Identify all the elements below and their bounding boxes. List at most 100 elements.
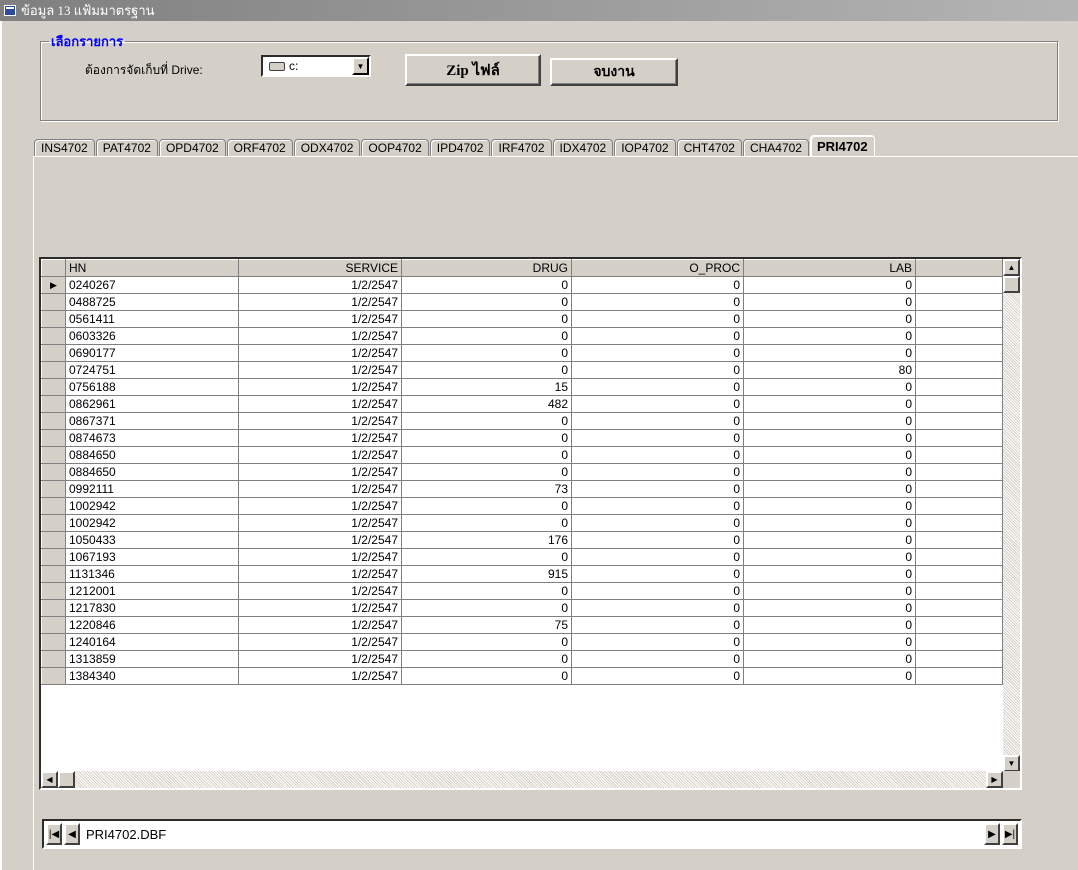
cell-service[interactable]: 1/2/2547: [238, 412, 402, 430]
cell-lab[interactable]: 0: [743, 582, 916, 600]
cell-o_proc[interactable]: 0: [571, 514, 744, 532]
cell-drug[interactable]: 0: [401, 361, 572, 379]
exit-button[interactable]: จบงาน: [550, 58, 678, 86]
row-selector[interactable]: [41, 480, 66, 498]
cell-hn[interactable]: 0874673: [65, 429, 239, 447]
row-selector[interactable]: [41, 412, 66, 430]
row-selector[interactable]: [41, 582, 66, 600]
cell-service[interactable]: 1/2/2547: [238, 565, 402, 583]
row-selector[interactable]: [41, 310, 66, 328]
cell-drug[interactable]: 176: [401, 531, 572, 549]
cell-lab[interactable]: 0: [743, 327, 916, 345]
cell-service[interactable]: 1/2/2547: [238, 293, 402, 311]
scroll-down-icon[interactable]: ▼: [1003, 755, 1020, 772]
row-selector[interactable]: [41, 667, 66, 685]
scroll-thumb[interactable]: [1003, 276, 1020, 293]
column-header-o_proc[interactable]: O_PROC: [571, 259, 744, 277]
cell-drug[interactable]: 482: [401, 395, 572, 413]
data-grid[interactable]: HN SERVICE DRUG O_PROC LAB ▶ 0240267 1/2/2547 0…: [39, 257, 1022, 790]
hscroll-thumb[interactable]: [58, 771, 75, 788]
scroll-right-icon[interactable]: ▶: [986, 771, 1003, 788]
cell-drug[interactable]: 0: [401, 412, 572, 430]
cell-drug[interactable]: 0: [401, 667, 572, 685]
cell-o_proc[interactable]: 0: [571, 378, 744, 396]
cell-o_proc[interactable]: 0: [571, 616, 744, 634]
cell-lab[interactable]: 0: [743, 412, 916, 430]
cell-o_proc[interactable]: 0: [571, 565, 744, 583]
row-selector[interactable]: [41, 446, 66, 464]
cell-drug[interactable]: 0: [401, 446, 572, 464]
drive-select[interactable]: c: ▼: [261, 55, 371, 77]
cell-hn[interactable]: 0690177: [65, 344, 239, 362]
cell-service[interactable]: 1/2/2547: [238, 633, 402, 651]
row-selector[interactable]: [41, 633, 66, 651]
column-header-hn[interactable]: HN: [65, 259, 239, 277]
cell-drug[interactable]: 73: [401, 480, 572, 498]
row-selector[interactable]: [41, 327, 66, 345]
cell-o_proc[interactable]: 0: [571, 293, 744, 311]
cell-hn[interactable]: 0488725: [65, 293, 239, 311]
cell-drug[interactable]: 15: [401, 378, 572, 396]
cell-o_proc[interactable]: 0: [571, 395, 744, 413]
current-row-pointer-icon[interactable]: ▶: [41, 276, 66, 294]
vertical-scrollbar[interactable]: ▲ ▼: [1003, 259, 1020, 772]
cell-hn[interactable]: 0867371: [65, 412, 239, 430]
horizontal-scrollbar[interactable]: ◀ ▶: [41, 771, 1003, 788]
table-row[interactable]: 0884650 1/2/2547 0 0 0: [41, 446, 1003, 464]
cell-o_proc[interactable]: 0: [571, 480, 744, 498]
tab-pri4702[interactable]: PRI4702: [809, 135, 875, 156]
tab-irf4702[interactable]: IRF4702: [491, 139, 552, 156]
last-record-icon[interactable]: ▶|: [1002, 823, 1018, 845]
table-row[interactable]: 0724751 1/2/2547 0 0 80: [41, 361, 1003, 379]
cell-drug[interactable]: 0: [401, 633, 572, 651]
cell-lab[interactable]: 0: [743, 293, 916, 311]
cell-service[interactable]: 1/2/2547: [238, 276, 402, 294]
cell-o_proc[interactable]: 0: [571, 276, 744, 294]
row-selector[interactable]: [41, 514, 66, 532]
cell-lab[interactable]: 0: [743, 429, 916, 447]
row-selector[interactable]: [41, 463, 66, 481]
scroll-left-icon[interactable]: ◀: [41, 771, 58, 788]
cell-o_proc[interactable]: 0: [571, 582, 744, 600]
cell-service[interactable]: 1/2/2547: [238, 497, 402, 515]
cell-o_proc[interactable]: 0: [571, 327, 744, 345]
cell-drug[interactable]: 0: [401, 463, 572, 481]
tab-cht4702[interactable]: CHT4702: [676, 139, 742, 156]
cell-drug[interactable]: 915: [401, 565, 572, 583]
row-selector[interactable]: [41, 616, 66, 634]
cell-o_proc[interactable]: 0: [571, 412, 744, 430]
cell-drug[interactable]: 0: [401, 293, 572, 311]
cell-lab[interactable]: 0: [743, 276, 916, 294]
cell-service[interactable]: 1/2/2547: [238, 378, 402, 396]
cell-service[interactable]: 1/2/2547: [238, 548, 402, 566]
cell-drug[interactable]: 0: [401, 548, 572, 566]
dropdown-arrow-icon[interactable]: ▼: [352, 57, 369, 75]
cell-service[interactable]: 1/2/2547: [238, 463, 402, 481]
table-row[interactable]: 0561411 1/2/2547 0 0 0: [41, 310, 1003, 328]
cell-lab[interactable]: 0: [743, 548, 916, 566]
table-row[interactable]: 1067193 1/2/2547 0 0 0: [41, 548, 1003, 566]
cell-hn[interactable]: 0240267: [65, 276, 239, 294]
cell-lab[interactable]: 0: [743, 310, 916, 328]
cell-lab[interactable]: 0: [743, 497, 916, 515]
table-row[interactable]: 1384340 1/2/2547 0 0 0: [41, 667, 1003, 685]
table-row[interactable]: 1220846 1/2/2547 75 0 0: [41, 616, 1003, 634]
scroll-up-icon[interactable]: ▲: [1003, 259, 1020, 276]
tab-ins4702[interactable]: INS4702: [34, 139, 95, 156]
cell-hn[interactable]: 1050433: [65, 531, 239, 549]
cell-lab[interactable]: 0: [743, 667, 916, 685]
cell-hn[interactable]: 1067193: [65, 548, 239, 566]
table-row[interactable]: 0690177 1/2/2547 0 0 0: [41, 344, 1003, 362]
cell-hn[interactable]: 1212001: [65, 582, 239, 600]
table-row[interactable]: 1217830 1/2/2547 0 0 0: [41, 599, 1003, 617]
cell-hn[interactable]: 0884650: [65, 463, 239, 481]
first-record-icon[interactable]: |◀: [46, 823, 62, 845]
next-record-icon[interactable]: ▶: [984, 823, 1000, 845]
row-selector[interactable]: [41, 429, 66, 447]
cell-o_proc[interactable]: 0: [571, 599, 744, 617]
prev-record-icon[interactable]: ◀: [64, 823, 80, 845]
cell-o_proc[interactable]: 0: [571, 497, 744, 515]
cell-hn[interactable]: 1131346: [65, 565, 239, 583]
column-header-lab[interactable]: LAB: [743, 259, 916, 277]
cell-lab[interactable]: 0: [743, 565, 916, 583]
